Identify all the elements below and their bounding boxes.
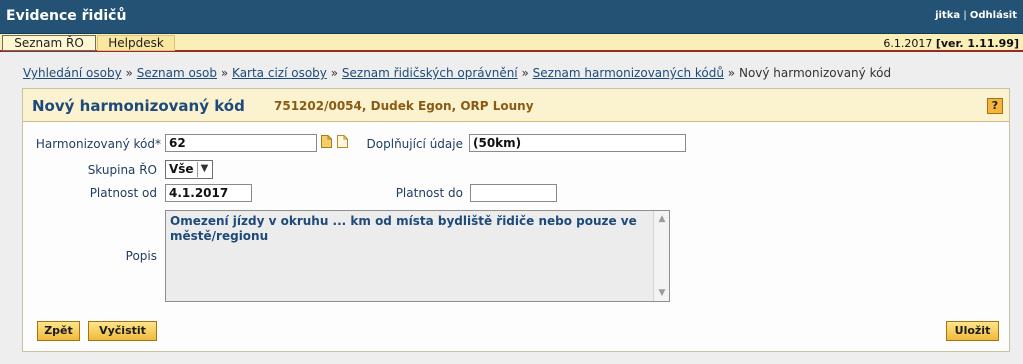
user-links: jitka | Odhlásit <box>935 10 1017 21</box>
current-date: 6.1.2017 <box>883 37 933 50</box>
clear-button[interactable]: Vyčistit <box>88 321 157 341</box>
breadcrumb: Vyhledání osoby » Seznam osob » Karta ci… <box>23 66 891 80</box>
description-text: Omezení jízdy v okruhu ... km od místa b… <box>170 214 637 243</box>
person-info: 751202/0054, Dudek Egon, ORP Louny <box>274 99 534 113</box>
panel-header: Nový harmonizovaný kód 751202/0054, Dude… <box>23 89 1009 122</box>
breadcrumb-separator: » <box>125 66 133 80</box>
version-label: [ver. 1.11.99] <box>935 37 1019 50</box>
user-separator: | <box>963 10 967 21</box>
extra-info-label: Doplňující údaje <box>366 137 463 151</box>
menu-bar: Seznam ŘO Helpdesk 6.1.2017 [ver. 1.11.9… <box>0 34 1023 52</box>
logout-link[interactable]: Odhlásit <box>970 10 1017 21</box>
breadcrumb-link-seznam-ridicskych-opravneni[interactable]: Seznam řidičských oprávnění <box>342 66 518 80</box>
breadcrumb-separator: » <box>521 66 529 80</box>
scroll-up-icon[interactable]: ▲ <box>656 214 668 224</box>
valid-to-label: Platnost do <box>395 186 463 200</box>
breadcrumb-separator: » <box>220 66 229 80</box>
menu-item-seznam-ro[interactable]: Seznam ŘO <box>2 35 96 51</box>
breadcrumb-link-karta-cizi-osoby[interactable]: Karta cizí osoby <box>232 66 327 80</box>
breadcrumb-link-vyhledani-osoby[interactable]: Vyhledání osoby <box>23 66 122 80</box>
user-name: jitka <box>935 10 961 21</box>
page-title: Nový harmonizovaný kód <box>32 97 245 115</box>
group-select[interactable]: Vše ▼ <box>165 160 213 179</box>
group-label: Skupina ŘO <box>87 163 157 177</box>
harmonized-code-input[interactable]: 62 <box>165 134 317 152</box>
breadcrumb-separator: » <box>330 66 339 80</box>
breadcrumb-link-seznam-harmonizovanych-kodu[interactable]: Seznam harmonizovaných kódů <box>533 66 724 80</box>
valid-from-label: Platnost od <box>89 186 157 200</box>
app-title: Evidence řidičů <box>6 8 127 24</box>
save-button[interactable]: Uložit <box>946 321 999 341</box>
description-scrollbar[interactable]: ▲ ▼ <box>653 211 669 301</box>
valid-from-input[interactable]: 4.1.2017 <box>165 184 252 202</box>
valid-to-input[interactable] <box>470 184 557 202</box>
breadcrumb-current: Nový harmonizovaný kód <box>738 66 892 80</box>
breadcrumb-link-seznam-osob[interactable]: Seznam osob <box>137 66 217 80</box>
document-new-icon[interactable] <box>337 135 348 148</box>
chevron-down-icon: ▼ <box>197 162 211 177</box>
breadcrumb-separator: » <box>727 66 736 80</box>
help-button[interactable]: ? <box>987 98 1003 114</box>
group-select-value: Vše <box>169 162 194 176</box>
description-textarea[interactable]: Omezení jízdy v okruhu ... km od místa b… <box>165 210 670 302</box>
description-label: Popis <box>125 249 157 263</box>
document-open-icon[interactable] <box>321 135 332 148</box>
form-panel: Nový harmonizovaný kód 751202/0054, Dude… <box>22 88 1010 352</box>
menu-item-helpdesk[interactable]: Helpdesk <box>97 35 175 51</box>
extra-info-input[interactable]: (50km) <box>469 134 686 152</box>
harmonized-code-label: Harmonizovaný kód* <box>35 137 161 151</box>
scroll-down-icon[interactable]: ▼ <box>656 288 668 298</box>
top-bar: Evidence řidičů jitka | Odhlásit <box>0 0 1023 34</box>
version-info: 6.1.2017 [ver. 1.11.99] <box>883 37 1019 50</box>
back-button[interactable]: Zpět <box>37 321 80 341</box>
